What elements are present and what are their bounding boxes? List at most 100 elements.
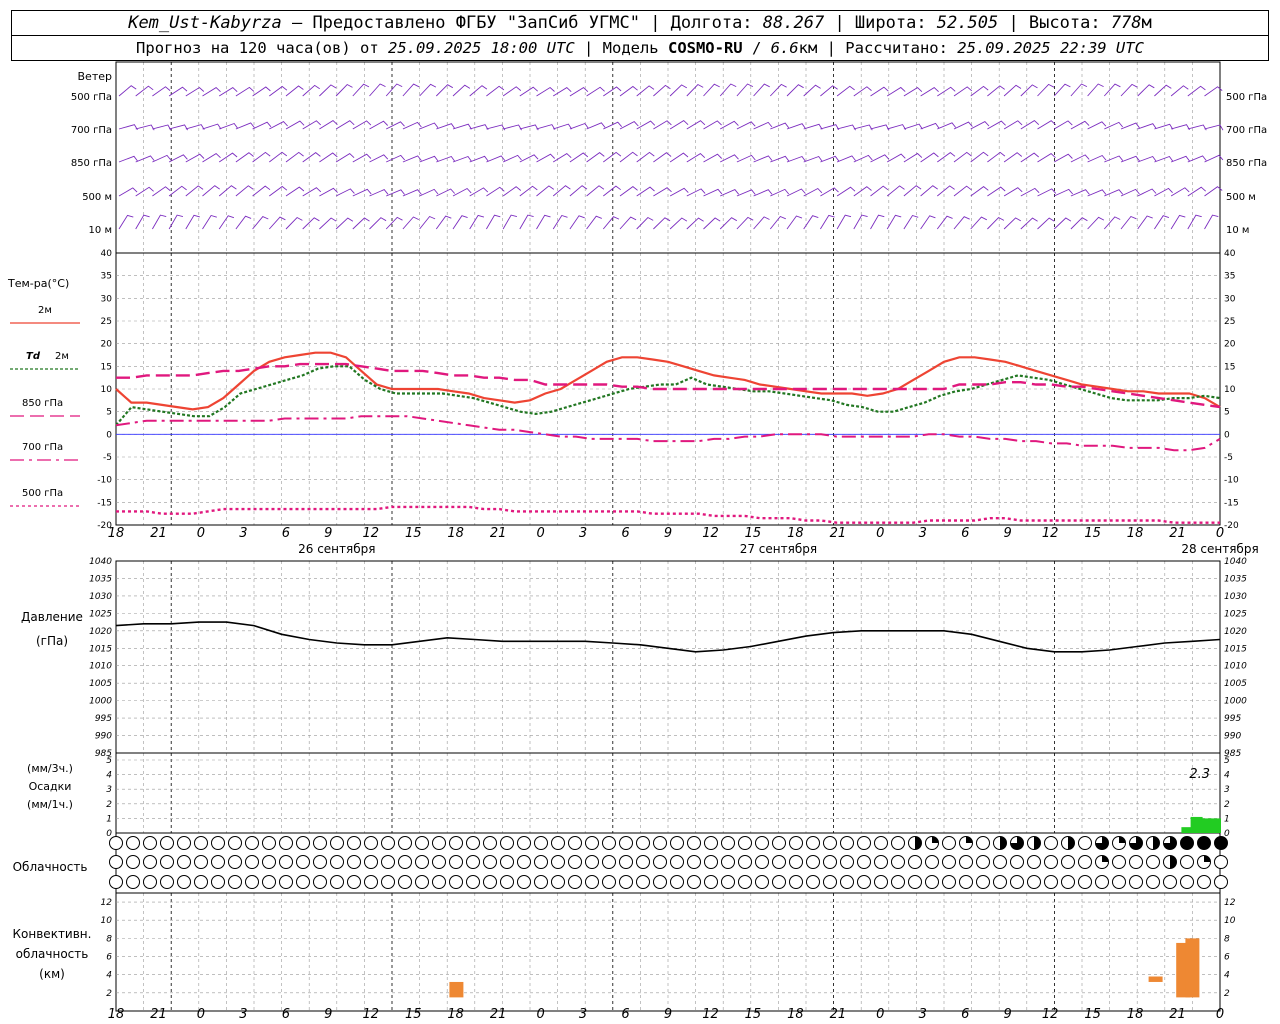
wind-barb <box>202 214 217 230</box>
wind-barb <box>1187 124 1207 131</box>
time-tick-label: 12 <box>362 1007 379 1022</box>
pressure-tick-right: 1030 <box>1224 592 1247 602</box>
wind-barb <box>886 86 906 97</box>
wind-barb <box>903 214 919 230</box>
wind-barb <box>369 120 389 130</box>
temp-tick-right: 40 <box>1224 249 1236 259</box>
wind-barb <box>519 214 534 230</box>
wind-barb <box>586 152 605 163</box>
cloud-cover-symbol <box>1027 875 1041 889</box>
cloud-cover-symbol <box>143 875 157 889</box>
cloud-cover-symbol <box>806 836 820 850</box>
cloud-cover-symbol <box>1027 855 1041 869</box>
cloud-cover-symbol <box>1010 855 1024 869</box>
cloud-cover-symbol <box>1214 875 1228 889</box>
cloud-cover-symbol <box>602 855 616 869</box>
wind-barb <box>1187 214 1202 230</box>
wind-barb <box>703 83 720 97</box>
cloud-cover-symbol <box>874 836 888 850</box>
pressure-tick-right: 1015 <box>1224 644 1247 654</box>
wind-barb <box>202 123 222 130</box>
cloud-cover-symbol <box>466 875 480 889</box>
wind-barb <box>486 85 505 97</box>
precip-tick-left: 1 <box>106 814 112 824</box>
cloud-cover-symbol <box>211 836 225 850</box>
wind-barb <box>853 154 873 163</box>
cloud-overcast-fill <box>1197 836 1211 850</box>
wind-barb <box>1187 155 1207 163</box>
wind-barb <box>753 216 770 230</box>
cloud-cover-symbol <box>1129 855 1143 869</box>
cloud-cover-symbol <box>381 836 395 850</box>
wind-title: Ветер <box>78 70 112 83</box>
cloud-cover-symbol <box>874 855 888 869</box>
wind-barb <box>936 215 953 230</box>
cloud-cover-symbol <box>551 855 565 869</box>
cloud-half-fill <box>1000 836 1007 850</box>
precip-tick-left: 4 <box>106 771 112 781</box>
wind-barb <box>937 185 955 197</box>
cloud-cover-symbol <box>1146 875 1160 889</box>
cloud-cover-symbol <box>194 836 208 850</box>
wind-barb <box>970 186 989 197</box>
wind-barb <box>669 84 688 97</box>
cloud-cover-symbol <box>653 836 667 850</box>
wind-level-label-left: 10 м <box>89 225 112 236</box>
wind-barb <box>218 87 238 97</box>
cloud-cover-symbol <box>177 855 191 869</box>
wind-barb <box>586 185 605 197</box>
precip-unit-1h: (мм/1ч.) <box>27 798 73 811</box>
convective-panel-frame <box>115 892 1221 1012</box>
cloud-cover-symbol <box>398 875 412 889</box>
time-tick-label: 0 <box>876 526 884 541</box>
cloud-cover-symbol <box>415 836 429 850</box>
wind-barb <box>235 122 255 130</box>
wind-barb <box>820 85 838 97</box>
cloud-cover-symbol <box>619 855 633 869</box>
pressure-tick-right: 1000 <box>1224 697 1247 707</box>
wind-barb <box>552 153 572 163</box>
wind-barb <box>168 124 188 131</box>
temp-legend-label: 850 гПа <box>22 398 63 409</box>
cloud-quarter-fill <box>1204 855 1211 862</box>
wind-barb <box>1087 83 1104 97</box>
cloud-cover-symbol <box>636 855 650 869</box>
wind-barb <box>369 217 387 230</box>
cloud-cover-symbol <box>755 855 769 869</box>
wind-barb <box>552 185 571 197</box>
time-tick-label: 12 <box>702 1007 719 1022</box>
wind-barb <box>419 215 436 230</box>
day-label: 26 сентября <box>298 542 375 556</box>
cloud-quarter-fill <box>1102 855 1109 862</box>
time-tick-label: 6 <box>961 1007 969 1022</box>
wind-barb <box>853 86 872 97</box>
conv-tick-right: 8 <box>1224 934 1230 944</box>
cloud-cover-symbol <box>143 855 157 869</box>
wind-barb <box>1070 154 1090 163</box>
temp-tick-left: 40 <box>101 249 113 259</box>
wind-barb <box>586 215 602 230</box>
wind-barb <box>419 122 439 130</box>
wind-barb <box>1170 155 1190 163</box>
wind-barb <box>1170 124 1190 131</box>
wind-barb <box>1003 187 1023 197</box>
wind-barb <box>619 151 638 163</box>
wind-barb <box>502 154 522 163</box>
wind-barb <box>770 122 790 130</box>
cloud-cover-symbol <box>670 836 684 850</box>
cloud-cover-symbol <box>976 836 990 850</box>
wind-barb <box>953 86 973 97</box>
cloud-cover-symbol <box>840 875 854 889</box>
wind-barb <box>319 152 338 163</box>
wind-barb <box>252 216 269 230</box>
conv-tick-left: 8 <box>106 934 112 944</box>
wind-barb <box>853 124 873 131</box>
pressure-tick-left: 1005 <box>89 679 112 689</box>
wind-barb <box>1103 216 1121 230</box>
wind-barb <box>719 83 737 97</box>
cloud-cover-symbol <box>1061 855 1075 869</box>
precip-unit-3h: (мм/3ч.) <box>27 762 73 775</box>
wind-barb <box>1154 123 1174 130</box>
wind-barb <box>619 121 639 130</box>
wind-barb <box>285 216 303 230</box>
